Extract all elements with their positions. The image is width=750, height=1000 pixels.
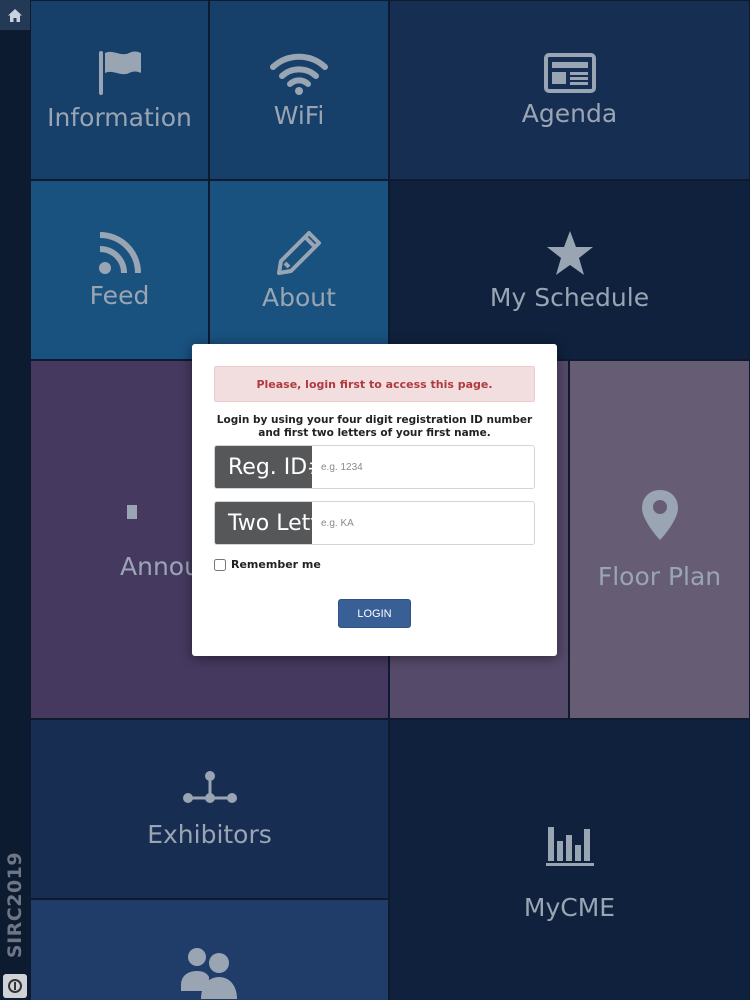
login-button[interactable]: LOGIN (338, 599, 411, 628)
rss-icon (98, 231, 141, 274)
tile-mycme-label: MyCME (523, 892, 616, 922)
tile-mycme[interactable]: MyCME (390, 720, 749, 1000)
logo-icon (3, 974, 27, 998)
network-icon (182, 770, 237, 803)
tile-my-schedule-label: My Schedule (489, 282, 650, 312)
tile-wifi[interactable]: WiFi (210, 1, 388, 179)
login-required-alert: Please, login first to access this page. (214, 366, 535, 402)
tile-floor-plan[interactable]: Floor Plan (570, 361, 749, 718)
two-letters-field: Two Letters (214, 501, 535, 545)
remember-me[interactable]: Remember me (214, 558, 321, 571)
megaphone-icon (127, 505, 137, 519)
home-icon (8, 8, 22, 22)
login-instructions: Login by using your four digit registrat… (216, 414, 533, 439)
map-marker-icon (641, 490, 678, 540)
sidebar: SIRC2019 (0, 0, 30, 1000)
reg-id-input[interactable] (312, 446, 534, 488)
tile-information[interactable]: Information (31, 1, 208, 179)
wifi-icon (270, 53, 328, 95)
tile-about[interactable]: About (210, 181, 388, 359)
remember-me-checkbox[interactable] (214, 558, 226, 571)
two-letters-label: Two Letters (215, 502, 312, 544)
remember-me-label: Remember me (231, 558, 321, 571)
star-icon (546, 230, 593, 275)
tile-about-label: About (262, 282, 336, 312)
pencil-icon (277, 230, 321, 275)
tile-exhibitors-label: Exhibitors (147, 819, 272, 849)
tile-my-schedule[interactable]: My Schedule (390, 181, 749, 359)
tile-wifi-label: WiFi (273, 100, 325, 130)
event-title: SIRC2019 (4, 851, 26, 959)
tile-feed[interactable]: Feed (31, 181, 208, 359)
tile-announcements-label: Annou (120, 552, 200, 581)
two-letters-input[interactable] (312, 502, 534, 544)
tile-floor-plan-label: Floor Plan (597, 562, 722, 591)
login-modal: Please, login first to access this page.… (192, 344, 557, 656)
users-icon (181, 948, 237, 999)
newspaper-icon (543, 52, 596, 93)
bar-chart-icon (545, 826, 594, 866)
reg-id-label: Reg. ID# (215, 446, 312, 488)
tile-agenda-label: Agenda (521, 98, 618, 128)
tile-agenda[interactable]: Agenda (390, 1, 749, 179)
reg-id-field: Reg. ID# (214, 445, 535, 489)
tile-attendees[interactable] (31, 900, 388, 1000)
tile-exhibitors[interactable]: Exhibitors (31, 720, 388, 898)
tile-feed-label: Feed (89, 280, 150, 310)
home-button[interactable] (0, 0, 30, 30)
tile-information-label: Information (47, 102, 192, 132)
flag-icon (98, 50, 141, 95)
